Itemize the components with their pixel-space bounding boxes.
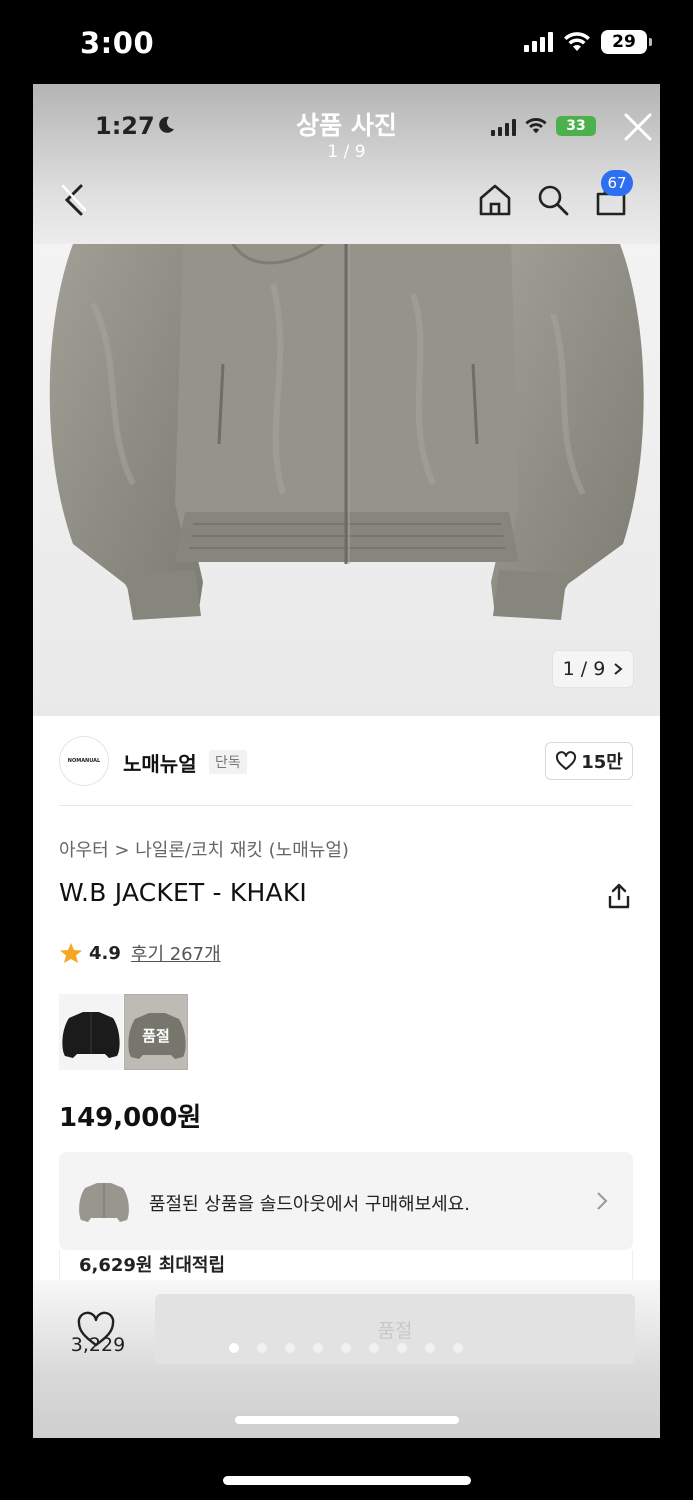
- pagination-dot[interactable]: [285, 1343, 295, 1353]
- brand-like-button[interactable]: 15만: [545, 742, 633, 780]
- brand-like-count: 15만: [581, 752, 623, 773]
- photo-pagination-dots: [229, 1343, 463, 1353]
- pagination-dot[interactable]: [369, 1343, 379, 1353]
- outer-status-bar: 3:00 29: [0, 0, 693, 84]
- photo-viewer: 1:27 상품 사진 1 / 9 33 67 1 / 9 NOMANUAL 노매…: [33, 84, 660, 1438]
- close-icon[interactable]: [621, 110, 655, 144]
- product-image[interactable]: [33, 244, 660, 716]
- inner-battery-level: 33: [566, 118, 586, 134]
- promo-text: 품절된 상품을 솔드아웃에서 구매해보세요.: [149, 1194, 470, 1215]
- chevron-right-icon: [614, 663, 623, 675]
- max-points: 6,629원 최대적립: [79, 1255, 226, 1276]
- price: 149,000원: [59, 1103, 202, 1133]
- pagination-dot[interactable]: [341, 1343, 351, 1353]
- brand-row[interactable]: NOMANUAL 노매뉴얼 단독 15만: [59, 734, 633, 806]
- image-counter[interactable]: 1 / 9: [552, 650, 634, 688]
- status-icons: 29: [524, 30, 652, 54]
- search-icon[interactable]: [535, 182, 571, 218]
- review-count-link[interactable]: 후기 267개: [131, 940, 221, 966]
- share-icon[interactable]: [605, 882, 633, 910]
- pagination-dot[interactable]: [425, 1343, 435, 1353]
- inner-home-indicator: [235, 1416, 459, 1424]
- inner-battery-icon: 33: [556, 116, 596, 136]
- heart-icon: [556, 751, 577, 770]
- rating-value: 4.9: [89, 942, 121, 964]
- color-option-black[interactable]: [59, 994, 123, 1070]
- cellular-signal-icon: [524, 32, 553, 52]
- color-option-khaki[interactable]: 품절: [124, 994, 188, 1070]
- product-title: W.B JACKET - KHAKI: [59, 878, 307, 907]
- brand-name[interactable]: 노매뉴얼: [123, 748, 197, 777]
- wishlist-count: 3,229: [70, 1334, 126, 1356]
- back-icon[interactable]: [59, 180, 91, 220]
- inner-signal-icon: [491, 116, 516, 136]
- jacket-photo: [33, 244, 660, 716]
- cart-count-badge: 67: [601, 170, 633, 196]
- promo-jacket-thumbnail: [79, 1183, 129, 1222]
- brand-logo[interactable]: NOMANUAL: [59, 736, 109, 786]
- status-time: 3:00: [80, 26, 155, 60]
- buy-button[interactable]: 품절: [155, 1294, 635, 1364]
- soldout-label: 품절: [142, 1027, 170, 1045]
- buy-button-label: 품절: [377, 1319, 413, 1342]
- viewer-photo-count: 1 / 9: [327, 142, 366, 162]
- product-nav-bar: 67: [33, 170, 660, 224]
- black-jacket-thumbnail: [59, 994, 123, 1070]
- pagination-dot[interactable]: [313, 1343, 323, 1353]
- chevron-right-icon: [597, 1192, 608, 1210]
- brand-logo-text: NOMANUAL: [67, 758, 101, 764]
- wifi-icon: [564, 32, 590, 51]
- breadcrumb[interactable]: 아우터 > 나일론/코치 재킷 (노매뉴얼): [59, 836, 349, 862]
- pagination-dot[interactable]: [397, 1343, 407, 1353]
- star-icon: [60, 943, 82, 963]
- inner-wifi-icon: [525, 117, 547, 134]
- battery-level: 29: [612, 32, 636, 52]
- pagination-dot[interactable]: [257, 1343, 267, 1353]
- rating-row: 4.9 후기 267개: [59, 940, 221, 966]
- home-icon[interactable]: [477, 182, 513, 218]
- battery-icon: 29: [601, 30, 652, 54]
- pagination-dot[interactable]: [453, 1343, 463, 1353]
- pagination-dot[interactable]: [229, 1343, 239, 1353]
- image-counter-text: 1 / 9: [562, 658, 606, 680]
- inner-status-icons: 33: [491, 116, 596, 136]
- home-indicator[interactable]: [223, 1476, 471, 1485]
- soldout-promo-banner[interactable]: 품절된 상품을 솔드아웃에서 구매해보세요.: [59, 1152, 633, 1250]
- exclusive-badge: 단독: [209, 750, 247, 774]
